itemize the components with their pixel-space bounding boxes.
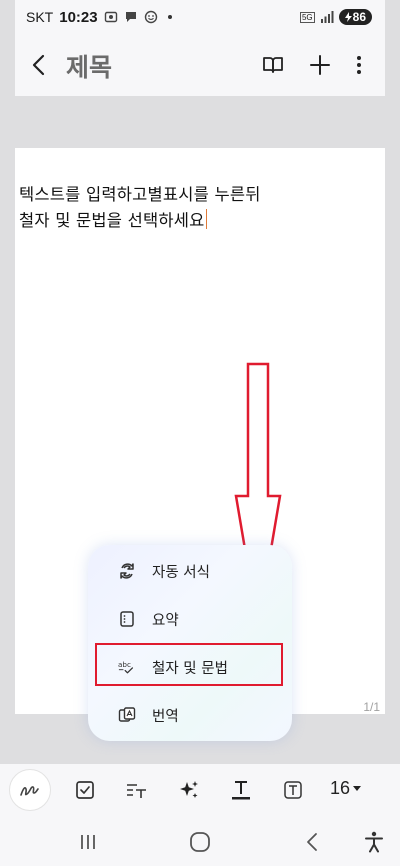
handwriting-button[interactable] bbox=[9, 769, 51, 811]
text-style-icon bbox=[127, 784, 146, 798]
status-bar: SKT 10:23 5G 86 bbox=[0, 0, 400, 34]
app-bar: 제목 bbox=[0, 34, 400, 96]
notification-dot bbox=[167, 15, 172, 19]
checkbox-button[interactable] bbox=[69, 774, 101, 806]
dim-overlay bbox=[0, 148, 15, 714]
note-text[interactable]: 텍스트를 입력하고별표시를 누른뒤 철자 및 문법을 선택하세요 bbox=[19, 182, 261, 234]
spell-check-highlight-annotation bbox=[95, 643, 283, 686]
chevron-left-icon bbox=[32, 54, 45, 76]
accessibility-button[interactable] bbox=[360, 828, 388, 856]
status-left: SKT 10:23 bbox=[26, 9, 172, 26]
text-cursor bbox=[205, 209, 208, 229]
recent-apps-button[interactable] bbox=[74, 828, 102, 856]
status-time: 10:23 bbox=[59, 8, 98, 26]
menu-item-summary[interactable]: 요약 bbox=[88, 595, 292, 643]
checkbox-icon bbox=[76, 781, 94, 799]
book-icon bbox=[263, 57, 283, 73]
menu-item-label: 번역 bbox=[152, 708, 179, 725]
recent-apps-icon bbox=[81, 835, 95, 849]
battery-level: 86 bbox=[352, 10, 366, 24]
chat-icon bbox=[124, 10, 138, 24]
text-color-icon bbox=[232, 781, 250, 800]
text-box-icon bbox=[284, 781, 302, 799]
dim-overlay bbox=[0, 0, 15, 96]
more-options-button[interactable] bbox=[346, 52, 372, 78]
text-style-button[interactable] bbox=[121, 774, 153, 806]
carrier-label: SKT bbox=[26, 9, 54, 25]
dim-overlay bbox=[385, 0, 400, 96]
menu-item-translate[interactable]: 번역 bbox=[88, 691, 292, 739]
signal-icon bbox=[320, 10, 334, 24]
note-line: 철자 및 문법을 선택하세요 bbox=[19, 211, 205, 230]
status-right: 5G 86 bbox=[299, 9, 372, 25]
ai-assist-button[interactable] bbox=[173, 774, 205, 806]
summary-icon bbox=[118, 610, 136, 628]
auto-format-icon bbox=[118, 562, 136, 580]
plus-icon bbox=[310, 55, 330, 75]
screenshot-icon bbox=[104, 10, 118, 24]
translate-icon bbox=[118, 706, 136, 724]
accessibility-icon bbox=[365, 831, 383, 853]
ai-sparkle-icon bbox=[180, 781, 198, 798]
battery-icon: 86 bbox=[338, 9, 372, 25]
page-title[interactable]: 제목 bbox=[66, 48, 112, 84]
menu-item-label: 자동 서식 bbox=[152, 564, 210, 581]
menu-item-auto-format[interactable]: 자동 서식 bbox=[88, 547, 292, 595]
network-badge: 5G bbox=[299, 11, 315, 23]
handwriting-pen-icon bbox=[20, 786, 39, 796]
menu-item-label: 요약 bbox=[152, 612, 179, 629]
back-button[interactable] bbox=[26, 52, 52, 78]
more-vert-icon bbox=[357, 56, 361, 74]
note-line-with-cursor: 철자 및 문법을 선택하세요 bbox=[19, 208, 261, 234]
note-line: 텍스트를 입력하고별표시를 누른뒤 bbox=[19, 185, 261, 204]
font-size-value: 16 bbox=[330, 778, 351, 798]
text-color-button[interactable] bbox=[225, 774, 257, 806]
text-box-button[interactable] bbox=[277, 774, 309, 806]
back-icon bbox=[307, 833, 317, 851]
home-button[interactable] bbox=[186, 828, 214, 856]
reading-mode-button[interactable] bbox=[260, 52, 286, 78]
dim-band bbox=[0, 96, 400, 148]
chevron-down-icon bbox=[353, 786, 362, 791]
system-back-button[interactable] bbox=[298, 828, 326, 856]
format-toolbar: 16 bbox=[0, 764, 400, 818]
home-icon bbox=[190, 832, 210, 852]
system-navigation-bar bbox=[0, 818, 400, 866]
dim-overlay bbox=[385, 148, 400, 714]
add-button[interactable] bbox=[307, 52, 333, 78]
page-indicator: 1/1 bbox=[363, 700, 380, 714]
emoji-icon bbox=[144, 10, 158, 24]
font-size-selector[interactable]: 16 bbox=[330, 778, 362, 799]
